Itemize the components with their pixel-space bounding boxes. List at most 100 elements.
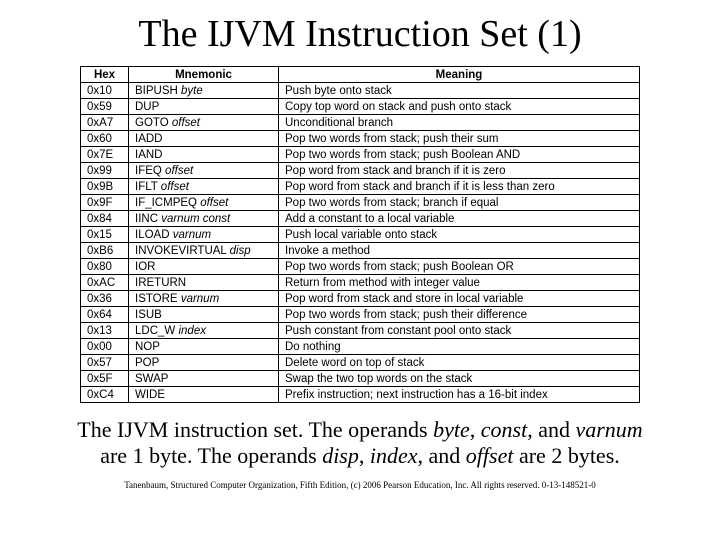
table-row: 0x9BIFLT offsetPop word from stack and b… — [81, 179, 640, 195]
cell-hex: 0x36 — [81, 291, 129, 307]
cell-meaning: Pop two words from stack; branch if equa… — [279, 195, 640, 211]
cell-mnemonic: IINC varnum const — [129, 211, 279, 227]
mnemonic-arg: disp — [230, 245, 251, 257]
mnemonic-arg: offset — [172, 117, 200, 129]
mnemonic-name: INVOKEVIRTUAL — [135, 245, 226, 257]
caption-ital: byte — [433, 417, 470, 442]
table-row: 0x7E IAND Pop two words from stack; push B… — [81, 147, 640, 163]
mnemonic-name: IOR — [135, 261, 155, 273]
caption-ital: varnum — [575, 417, 642, 442]
mnemonic-arg: offset — [200, 197, 228, 209]
cell-meaning: Return from method with integer value — [279, 275, 640, 291]
cell-meaning: Pop two words from stack; push their sum — [279, 131, 640, 147]
cell-hex: 0xB6 — [81, 243, 129, 259]
cell-meaning: Push byte onto stack — [279, 83, 640, 99]
table-row: 0x99 IFEQ offset Pop word from stack and b… — [81, 163, 640, 179]
cell-hex: 0x10 — [81, 83, 129, 99]
cell-hex: 0x57 — [81, 355, 129, 371]
table-row: 0x60IADDPop two words from stack; push t… — [81, 131, 640, 147]
mnemonic-name: LDC_W — [135, 325, 175, 337]
cell-meaning: Add a constant to a local variable — [279, 211, 640, 227]
cell-meaning: Prefix instruction; next instruction has… — [279, 387, 640, 403]
table-row: 0x57POPDelete word on top of stack — [81, 355, 640, 371]
mnemonic-name: DUP — [135, 101, 159, 113]
cell-meaning: Pop two words from stack; push their dif… — [279, 307, 640, 323]
cell-hex: 0x99 — [81, 163, 129, 179]
cell-mnemonic: POP — [129, 355, 279, 371]
cell-mnemonic: DUP — [129, 99, 279, 115]
mnemonic-name: IAND — [135, 149, 162, 161]
caption-text: , and — [418, 443, 466, 468]
cell-hex: 0x9F — [81, 195, 129, 211]
table-row: 0x84IINC varnum constAdd a constant to a… — [81, 211, 640, 227]
cell-mnemonic: WIDE — [129, 387, 279, 403]
table-row: 0xACIRETURNReturn from method with integ… — [81, 275, 640, 291]
caption-text: are 2 bytes. — [513, 443, 619, 468]
mnemonic-arg: varnum const — [161, 213, 230, 225]
table-row: 0x59 DUP Copy top word on stack and push o… — [81, 99, 640, 115]
mnemonic-name: BIPUSH — [135, 85, 178, 97]
col-meaning: Meaning — [279, 67, 640, 83]
cell-mnemonic: IF_ICMPEQ offset — [129, 195, 279, 211]
mnemonic-name: NOP — [135, 341, 160, 353]
table-row: 0x64ISUBPop two words from stack; push t… — [81, 307, 640, 323]
cell-hex: 0x80 — [81, 259, 129, 275]
cell-mnemonic: IRETURN — [129, 275, 279, 291]
table-row: 0x5F SWAP Swap the two top words on the st… — [81, 371, 640, 387]
cell-hex: 0x59 — [81, 99, 129, 115]
slide: The IJVM Instruction Set (1) Hex Mnemoni… — [0, 0, 720, 540]
caption-ital: const — [481, 417, 527, 442]
cell-hex: 0xA7 — [81, 115, 129, 131]
col-hex: Hex — [81, 67, 129, 83]
table-row: 0x13LDC_W indexPush constant from consta… — [81, 323, 640, 339]
cell-hex: 0xC4 — [81, 387, 129, 403]
mnemonic-arg: offset — [161, 181, 189, 193]
cell-meaning: Copy top word on stack and push onto sta… — [279, 99, 640, 115]
caption: The IJVM instruction set. The operands b… — [40, 417, 680, 470]
cell-meaning: Pop two words from stack; push Boolean A… — [279, 147, 640, 163]
cell-meaning: Pop word from stack and branch if it is … — [279, 179, 640, 195]
cell-meaning: Pop two words from stack; push Boolean O… — [279, 259, 640, 275]
caption-text: , and — [527, 417, 575, 442]
mnemonic-arg: offset — [165, 165, 193, 177]
copyright-footer: Tanenbaum, Structured Computer Organizat… — [40, 480, 680, 490]
mnemonic-name: GOTO — [135, 117, 169, 129]
cell-mnemonic: ISTORE varnum — [129, 291, 279, 307]
cell-mnemonic: IAND — [129, 147, 279, 163]
mnemonic-name: SWAP — [135, 373, 168, 385]
page-title: The IJVM Instruction Set (1) — [40, 12, 680, 56]
cell-mnemonic: INVOKEVIRTUAL disp — [129, 243, 279, 259]
cell-meaning: Swap the two top words on the stack — [279, 371, 640, 387]
mnemonic-name: IINC — [135, 213, 158, 225]
cell-mnemonic: BIPUSH byte — [129, 83, 279, 99]
cell-meaning: Invoke a method — [279, 243, 640, 259]
cell-hex: 0x5F — [81, 371, 129, 387]
cell-mnemonic: IADD — [129, 131, 279, 147]
table-row: 0x36ISTORE varnumPop word from stack and… — [81, 291, 640, 307]
cell-hex: 0x00 — [81, 339, 129, 355]
cell-meaning: Unconditional branch — [279, 115, 640, 131]
mnemonic-arg: byte — [181, 85, 203, 97]
table-row: 0xA7GOTO offsetUnconditional branch — [81, 115, 640, 131]
cell-hex: 0x15 — [81, 227, 129, 243]
cell-mnemonic: IFLT offset — [129, 179, 279, 195]
mnemonic-name: IFEQ — [135, 165, 162, 177]
cell-meaning: Pop word from stack and branch if it is … — [279, 163, 640, 179]
cell-hex: 0x7E — [81, 147, 129, 163]
col-mnemonic: Mnemonic — [129, 67, 279, 83]
table-row: 0xC4WIDEPrefix instruction; next instruc… — [81, 387, 640, 403]
mnemonic-arg: varnum — [181, 293, 219, 305]
cell-meaning: Push local variable onto stack — [279, 227, 640, 243]
cell-mnemonic: GOTO offset — [129, 115, 279, 131]
caption-ital: index — [370, 443, 418, 468]
cell-mnemonic: IOR — [129, 259, 279, 275]
cell-hex: 0x84 — [81, 211, 129, 227]
cell-mnemonic: NOP — [129, 339, 279, 355]
caption-text: are 1 byte. The operands — [100, 443, 322, 468]
cell-meaning: Push constant from constant pool onto st… — [279, 323, 640, 339]
table-row: 0xB6INVOKEVIRTUAL dispInvoke a method — [81, 243, 640, 259]
mnemonic-name: ISTORE — [135, 293, 178, 305]
instruction-table-wrap: Hex Mnemonic Meaning 0x10BIPUSH bytePush… — [40, 66, 680, 403]
mnemonic-arg: index — [178, 325, 206, 337]
instruction-table: Hex Mnemonic Meaning 0x10BIPUSH bytePush… — [80, 66, 640, 403]
